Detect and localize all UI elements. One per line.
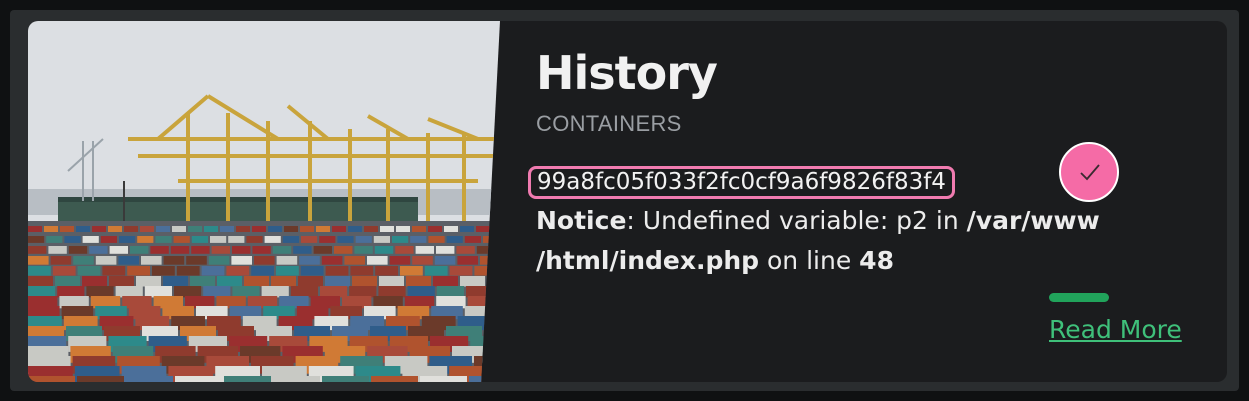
notice-separator: : (626, 206, 643, 235)
read-more-link[interactable]: Read More (1049, 315, 1182, 344)
notice-label: Notice (536, 206, 627, 235)
card-category: CONTAINERS (536, 111, 682, 136)
accent-bar (1049, 293, 1109, 302)
php-notice: Notice: Undefined variable: p2 in /var/w… (536, 201, 1176, 281)
check-icon (1080, 164, 1100, 181)
notice-message: Undefined variable: p2 in (642, 206, 967, 235)
hash-highlight: 99a8fc05f033f2fc0cf9a6f9826f83f4 (528, 166, 955, 199)
notice-on-line: on line (759, 246, 860, 275)
notice-line-number: 48 (859, 246, 894, 275)
card-title: History (536, 46, 718, 100)
check-button[interactable] (1059, 142, 1119, 202)
container-port-image (28, 21, 500, 382)
history-card: History CONTAINERS 99a8fc05f033f2fc0cf9a… (28, 21, 1227, 382)
